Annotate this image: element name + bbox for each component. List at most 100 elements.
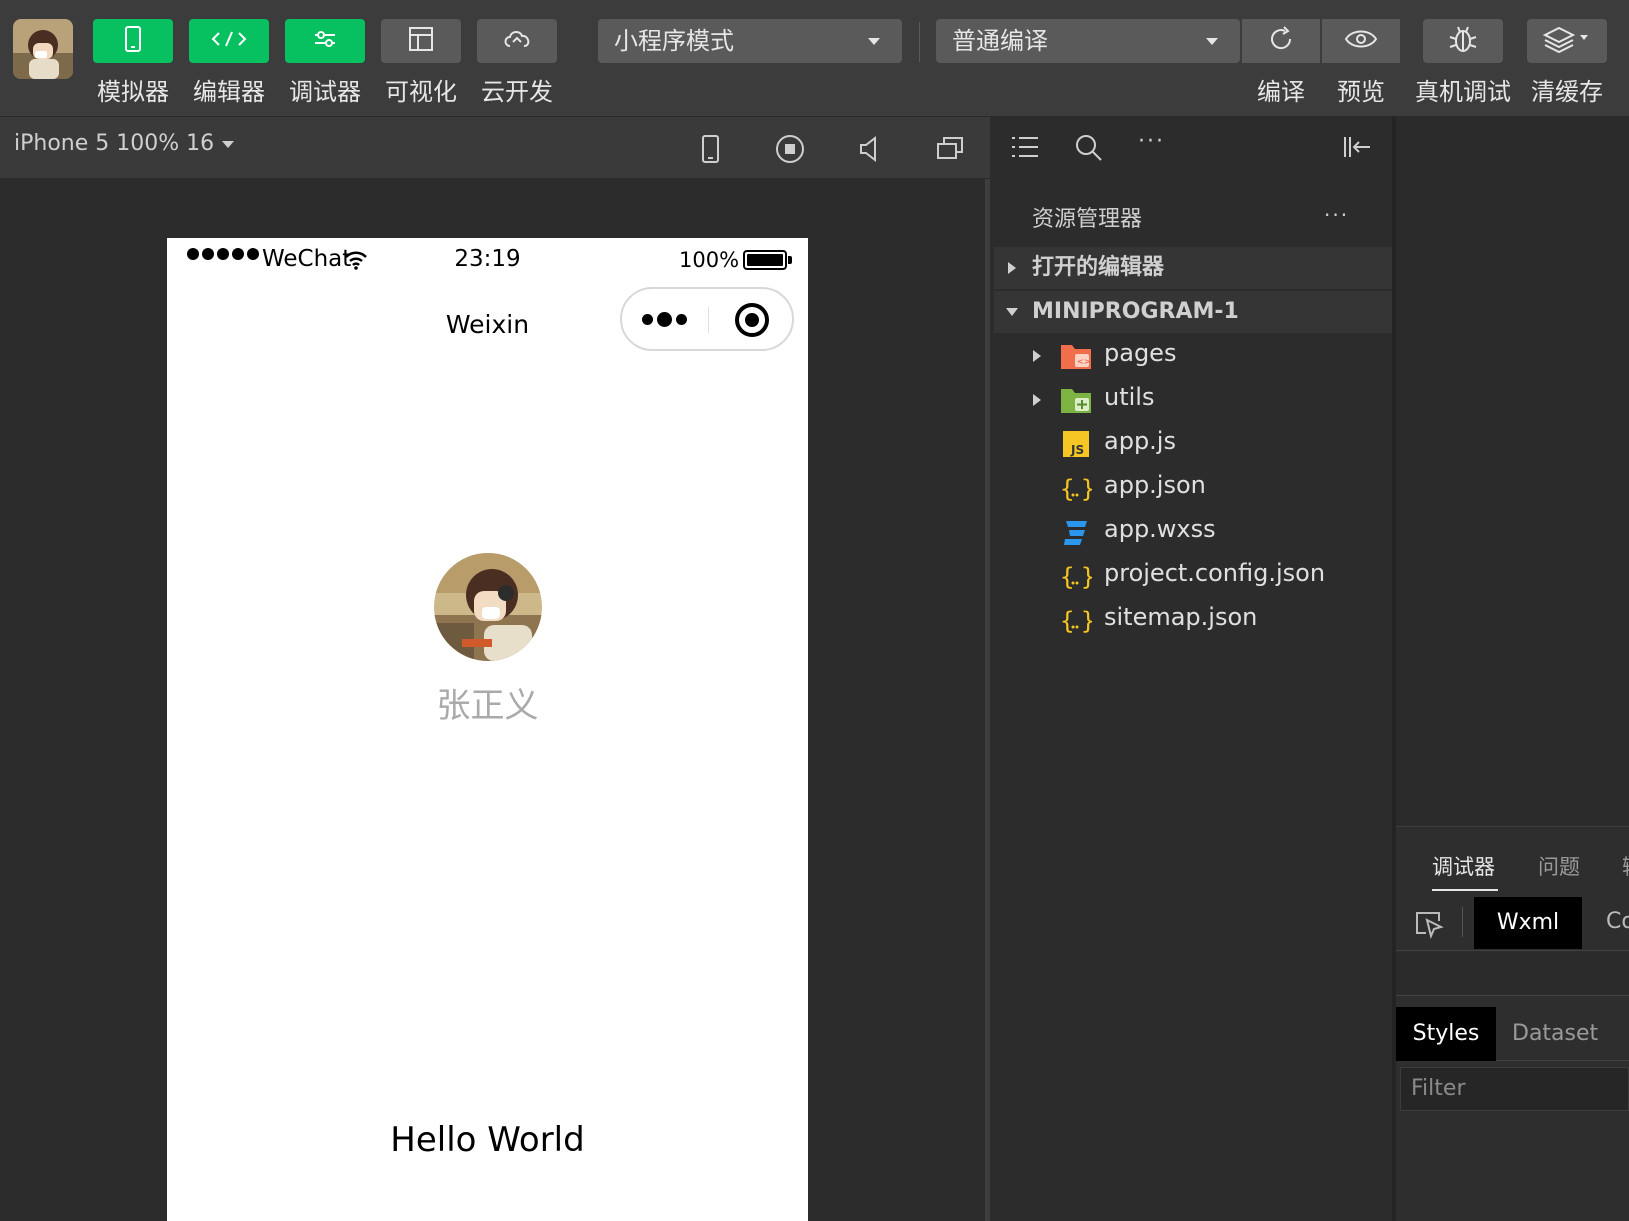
tree-item-label: app.json [1104,471,1206,499]
speaker-icon [853,135,887,170]
tree-item-utils[interactable]: utils [994,379,1392,421]
chevron-right-icon [1033,350,1041,362]
layers-icon [1542,24,1591,58]
code-icon [211,29,247,53]
remote-debug-label: 真机调试 [1415,78,1511,106]
search-icon[interactable] [1074,133,1104,167]
svg-text:{: { [1060,563,1074,591]
svg-text:<>: <> [1077,357,1090,366]
tab-debugger[interactable]: 调试器 [1432,851,1495,881]
tab-wxml[interactable]: Wxml [1474,897,1582,949]
styles-filter-input[interactable]: Filter [1400,1067,1629,1111]
svg-text:JS: JS [1070,443,1084,457]
layout-icon [408,26,434,56]
active-tab-indicator [1432,889,1498,891]
panel-splitter[interactable] [985,179,990,1221]
debugger-toggle-button[interactable] [285,19,365,63]
editor-label: 编辑器 [193,78,265,106]
tree-item-app-json[interactable]: {} app.json [994,467,1392,509]
inspect-element-icon[interactable] [1414,909,1444,943]
chevron-down-icon [222,140,235,148]
capsule-menu [620,287,794,351]
simulator-toggle-button[interactable] [93,19,173,63]
phone-icon [122,26,144,56]
tab-issues[interactable]: 问题 [1538,851,1580,881]
visual-toggle-button[interactable] [381,19,461,63]
tab-output[interactable]: 输 [1622,851,1629,881]
device-select[interactable]: iPhone 5 100% 16 [14,131,235,156]
compile-select-value: 普通编译 [952,27,1048,55]
explorer-panel: 资源管理器 ··· 打开的编辑器 MINIPROGRAM-1 <> pages … [994,179,1392,1221]
hello-text: Hello World [390,1120,585,1160]
preview-button[interactable] [1322,19,1400,63]
svg-text:}: } [1081,563,1092,591]
elements-tree [1396,952,1629,996]
collapse-panel-icon[interactable] [1342,133,1372,165]
project-label: MINIPROGRAM-1 [1032,299,1239,324]
compile-label: 编译 [1257,78,1305,106]
explorer-title: 资源管理器 [1032,207,1143,232]
debugger-panel: 调试器 问题 输 Wxml Co Styles Dataset Filter [1396,826,1629,1221]
device-rotate-button[interactable] [693,132,727,166]
debugger-label: 调试器 [289,78,361,106]
clear-cache-label: 清缓存 [1531,78,1603,106]
compile-button[interactable] [1242,19,1320,63]
tree-item-label: pages [1104,339,1177,367]
chevron-down-icon [1006,308,1018,316]
tree-item-sitemap[interactable]: {} sitemap.json [994,599,1392,641]
ellipsis-icon[interactable]: ··· [1324,203,1349,227]
user-avatar[interactable] [434,553,542,661]
tree-item-label: project.config.json [1104,559,1326,587]
developer-avatar[interactable] [13,19,73,79]
more-icon[interactable] [642,312,691,327]
toolbar-divider [1462,907,1463,937]
compile-select[interactable]: 普通编译 [936,19,1240,63]
tab-dataset[interactable]: Dataset [1512,1021,1598,1046]
tree-item-label: utils [1104,383,1155,411]
status-bar: WeChat 23:19 100% [167,238,808,278]
sliders-icon [313,29,337,53]
tree-item-label: app.js [1104,427,1176,455]
tree-item-app-wxss[interactable]: app.wxss [994,511,1392,553]
battery-percent: 100% [679,248,740,272]
cloud-dev-button[interactable] [477,19,557,63]
mode-select[interactable]: 小程序模式 [598,19,902,63]
explorer-toolbar: ··· [994,117,1392,179]
json-file-icon: {} [1060,473,1095,503]
close-icon[interactable] [735,303,769,337]
simulator-header: iPhone 5 100% 16 [0,117,990,179]
battery-icon [743,250,787,270]
eye-icon [1344,28,1378,54]
stop-icon [773,135,807,170]
battery-tip [788,256,792,264]
tab-styles[interactable]: Styles [1396,1007,1496,1061]
editor-toggle-button[interactable] [189,19,269,63]
devtools-tabbar: Wxml Co [1396,895,1629,951]
windows-icon [933,137,967,170]
open-editors-section[interactable]: 打开的编辑器 [994,247,1392,289]
json-file-icon: {} [1060,605,1095,635]
project-section[interactable]: MINIPROGRAM-1 [994,291,1392,333]
tree-item-app-js[interactable]: JS app.js [994,423,1392,465]
cloud-dev-label: 云开发 [481,78,553,106]
chevron-down-icon [868,38,880,45]
detach-window-button[interactable] [933,132,967,166]
svg-text:{: { [1060,607,1074,635]
bug-icon [1447,23,1479,59]
tab-console[interactable]: Co [1606,909,1629,934]
device-icon [693,135,727,170]
clear-cache-button[interactable] [1527,19,1607,63]
json-file-icon: {} [1060,561,1095,591]
volume-button[interactable] [853,132,887,166]
styles-tabbar: Styles Dataset [1396,1007,1629,1061]
tree-item-pages[interactable]: <> pages [994,335,1392,377]
stop-button[interactable] [773,132,807,166]
tree-item-project-config[interactable]: {} project.config.json [994,555,1392,597]
list-icon[interactable] [1010,133,1040,165]
ellipsis-icon[interactable]: ··· [1138,129,1165,154]
remote-debug-button[interactable] [1423,19,1503,63]
folder-utils-icon [1060,385,1092,415]
tree-item-label: sitemap.json [1104,603,1258,631]
js-file-icon: JS [1060,429,1092,459]
svg-text:{: { [1060,475,1074,503]
